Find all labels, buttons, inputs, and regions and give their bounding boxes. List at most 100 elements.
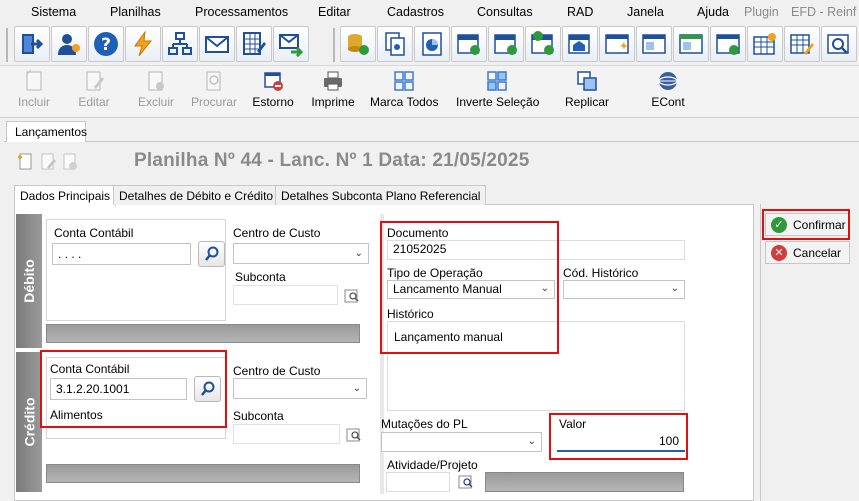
marca-todos-label: Marca Todos (370, 95, 439, 109)
replicate-icon (577, 71, 597, 91)
credito-subconta-input[interactable] (233, 424, 340, 444)
menu-processamentos[interactable]: Processamentos (195, 5, 288, 19)
edit-document-icon (86, 71, 104, 91)
editar-label: Editar (78, 95, 110, 109)
calendar-money-icon[interactable] (525, 26, 561, 62)
credito-description-bar (46, 464, 360, 483)
procurar-button: Procurar (188, 70, 240, 116)
atividade-lookup-icon[interactable] (456, 472, 476, 492)
new-record-icon[interactable] (16, 152, 36, 172)
invert-selection-icon (487, 71, 507, 91)
chevron-down-icon: ⌄ (527, 436, 536, 447)
users-icon[interactable] (51, 26, 87, 62)
calendar-check-icon[interactable] (451, 26, 487, 62)
table-edit-icon[interactable] (784, 26, 820, 62)
debito-centro-select[interactable]: ⌄ (233, 243, 369, 264)
debito-centro-label: Centro de Custo (233, 226, 321, 240)
credito-subconta-label: Subconta (233, 409, 284, 423)
documents-icon[interactable] (377, 26, 413, 62)
credito-centro-label: Centro de Custo (233, 364, 321, 378)
window-check-icon[interactable] (710, 26, 746, 62)
icon-toolbar: ? (0, 24, 859, 66)
econt-button[interactable]: ECont (648, 70, 688, 116)
menu-efd-reinf: EFD - Reinf (791, 5, 857, 19)
pie-report-icon[interactable] (414, 26, 450, 62)
debito-subconta-label: Subconta (235, 270, 286, 284)
cancelar-button[interactable]: ✕ Cancelar (765, 241, 850, 264)
help-icon[interactable]: ? (88, 26, 124, 62)
menu-sistema[interactable]: Sistema (31, 5, 76, 19)
menu-consultas[interactable]: Consultas (477, 5, 533, 19)
highlight-valor (549, 413, 688, 460)
subconta-lookup-icon[interactable] (342, 286, 362, 306)
debito-subconta-input[interactable] (233, 285, 338, 305)
window-panel-icon[interactable] (636, 26, 672, 62)
mail-icon[interactable] (199, 26, 235, 62)
credito-label: Crédito (21, 397, 37, 447)
cod-historico-label: Cód. Histórico (563, 266, 639, 280)
imprime-label: Imprime (311, 95, 355, 109)
cancelar-label: Cancelar (793, 245, 842, 260)
toolbar-separator (333, 28, 335, 62)
highlight-documento-historico (380, 221, 559, 354)
inverte-selecao-button[interactable]: Inverte Seleção (456, 70, 539, 116)
debito-label: Débito (21, 259, 37, 303)
printer-icon (324, 71, 342, 91)
lightning-icon[interactable] (125, 26, 161, 62)
menu-plugin: Plugin (744, 5, 779, 19)
atividade-description-bar (485, 472, 684, 492)
org-chart-icon[interactable] (162, 26, 198, 62)
menu-bar: Sistema Planilhas Processamentos Editar … (0, 0, 859, 24)
mail-forward-icon[interactable] (273, 26, 309, 62)
marca-todos-button[interactable]: Marca Todos (370, 70, 438, 116)
page-title: Planilha Nº 44 - Lanc. Nº 1 Data: 21/05/… (134, 150, 530, 171)
window-sparkle-icon[interactable] (599, 26, 635, 62)
procurar-label: Procurar (190, 95, 237, 109)
search-window-icon[interactable] (821, 26, 857, 62)
mutacoes-select[interactable]: ⌄ (381, 432, 542, 452)
coins-refresh-icon[interactable] (340, 26, 376, 62)
menu-cadastros[interactable]: Cadastros (387, 5, 444, 19)
tab-dados-principais[interactable]: Dados Principais (14, 185, 117, 206)
menu-planilhas[interactable]: Planilhas (110, 5, 161, 19)
delete-document-icon (148, 71, 164, 91)
debito-conta-label: Conta Contábil (54, 226, 134, 240)
delete-record-icon (60, 152, 80, 172)
atividade-label: Atividade/Projeto (387, 458, 478, 472)
imprime-button[interactable]: Imprime (310, 70, 356, 116)
atividade-input[interactable] (386, 472, 450, 492)
calendar-home-icon[interactable] (562, 26, 598, 62)
window-green-icon[interactable] (673, 26, 709, 62)
incluir-button: Incluir (12, 70, 56, 116)
tab-lancamentos-label: Lançamentos (15, 125, 88, 139)
replicar-label: Replicar (564, 95, 609, 109)
spreadsheet-edit-icon[interactable] (236, 26, 272, 62)
chevron-down-icon: ⌄ (670, 283, 679, 294)
debito-strip: Débito (16, 214, 42, 348)
debito-conta-search-button[interactable] (198, 241, 225, 267)
tab-detalhes-debito-credito[interactable]: Detalhes de Débito e Crédito (113, 185, 280, 205)
replicar-button[interactable]: Replicar (562, 70, 612, 116)
grid-select-icon (394, 71, 414, 91)
menu-rad[interactable]: RAD (567, 5, 593, 19)
menu-janela[interactable]: Janela (627, 5, 664, 19)
excluir-button: Excluir (134, 70, 178, 116)
reverse-icon (264, 72, 283, 91)
subconta-lookup-icon[interactable] (344, 425, 364, 445)
menu-ajuda[interactable]: Ajuda (697, 5, 729, 19)
search-document-icon (206, 71, 221, 91)
highlight-credito-conta (40, 350, 227, 428)
debito-conta-input[interactable]: . . . . (52, 243, 191, 265)
estorno-button[interactable]: Estorno (250, 70, 296, 116)
toolbar-grip (6, 28, 8, 62)
calendar-ok-icon[interactable] (488, 26, 524, 62)
credito-centro-select[interactable]: ⌄ (233, 378, 367, 399)
exit-icon[interactable] (14, 26, 50, 62)
tab-lancamentos[interactable]: Lançamentos (6, 121, 88, 142)
tab-detalhes-subconta[interactable]: Detalhes Subconta Plano Referencial (275, 185, 487, 205)
table-sun-icon[interactable] (747, 26, 783, 62)
cod-historico-select[interactable]: ⌄ (563, 280, 685, 299)
debito-description-bar (46, 324, 360, 343)
menu-editar[interactable]: Editar (318, 5, 351, 19)
excluir-label: Excluir (137, 95, 174, 109)
